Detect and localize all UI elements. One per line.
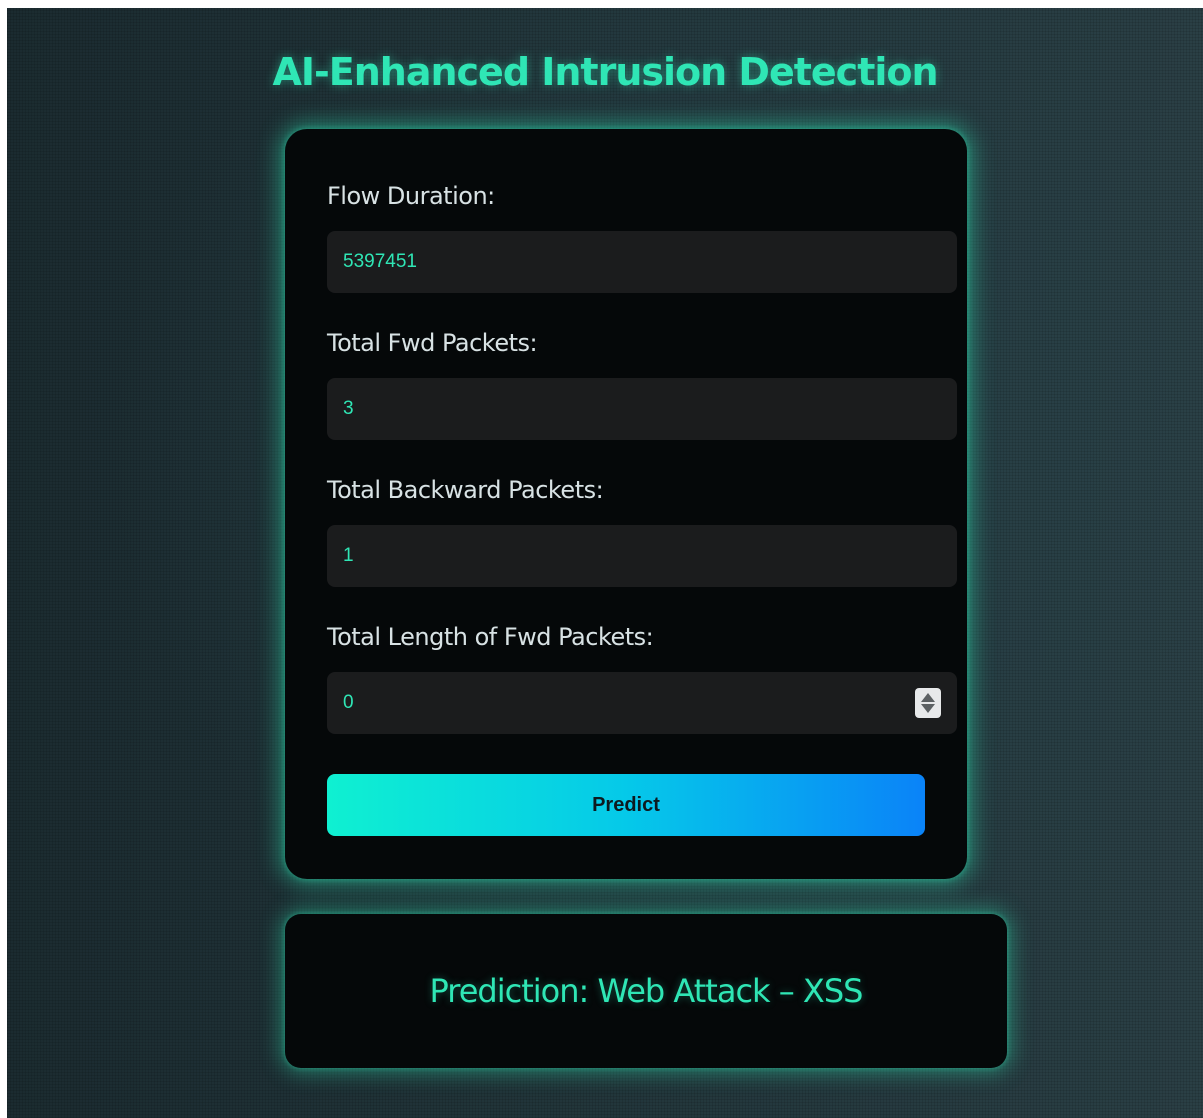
total-backward-packets-input[interactable]: 1	[327, 525, 957, 587]
number-stepper[interactable]	[915, 688, 941, 718]
total-fwd-packets-value: 3	[343, 398, 354, 419]
stepper-up-icon[interactable]	[921, 693, 935, 702]
flow-duration-input[interactable]: 5397451	[327, 231, 957, 293]
page-title: AI-Enhanced Intrusion Detection	[272, 50, 938, 94]
total-length-fwd-packets-label: Total Length of Fwd Packets:	[327, 623, 654, 651]
prediction-form: Flow Duration: 5397451 Total Fwd Packets…	[285, 129, 967, 879]
total-length-fwd-packets-value: 0	[343, 692, 354, 713]
total-fwd-packets-input[interactable]: 3	[327, 378, 957, 440]
total-backward-packets-value: 1	[343, 545, 354, 566]
stepper-down-icon[interactable]	[921, 704, 935, 713]
total-length-fwd-packets-input[interactable]: 0	[327, 672, 957, 734]
predict-button[interactable]: Predict	[327, 774, 925, 836]
flow-duration-value: 5397451	[343, 251, 417, 272]
total-backward-packets-label: Total Backward Packets:	[327, 476, 604, 504]
total-fwd-packets-label: Total Fwd Packets:	[327, 329, 538, 357]
prediction-result-panel: Prediction: Web Attack – XSS	[285, 914, 1007, 1068]
page-background: AI-Enhanced Intrusion Detection Flow Dur…	[7, 8, 1203, 1118]
prediction-result-text: Prediction: Web Attack – XSS	[429, 972, 864, 1010]
flow-duration-label: Flow Duration:	[327, 182, 495, 210]
